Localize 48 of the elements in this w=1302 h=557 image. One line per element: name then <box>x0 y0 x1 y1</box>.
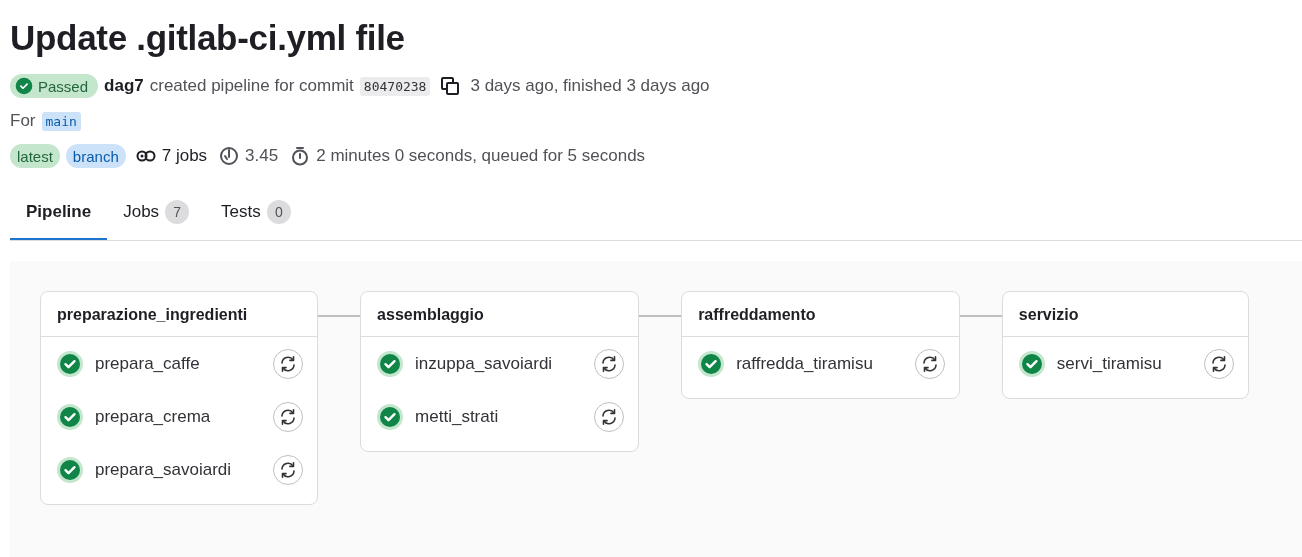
job-name[interactable]: inzuppa_savoiardi <box>415 353 583 374</box>
job-name[interactable]: metti_strati <box>415 406 583 427</box>
jobs-count: 7 jobs <box>161 146 208 166</box>
created-text: created pipeline for commit <box>149 76 354 96</box>
count-badge: 7 <box>165 200 190 224</box>
tab[interactable]: Jobs 7 <box>107 188 206 240</box>
time-text: 3 days ago, finished 3 days ago <box>470 76 710 96</box>
retry-icon <box>279 460 298 479</box>
page-title: Update .gitlab-ci.yml file <box>10 18 406 58</box>
retry-icon <box>1209 354 1228 373</box>
branch-link[interactable]: main <box>41 111 81 131</box>
retry-button[interactable] <box>273 401 304 432</box>
pipeline-icon <box>135 149 156 163</box>
author-link[interactable]: dag7 <box>104 76 144 96</box>
stage-title: assemblaggio <box>361 292 639 337</box>
retry-icon <box>279 354 298 373</box>
retry-icon <box>920 354 939 373</box>
pipeline-badge: branch <box>65 144 126 168</box>
ref-label: For <box>10 111 36 131</box>
retry-icon <box>600 354 619 373</box>
copy-icon[interactable] <box>440 76 461 96</box>
duration-text: 2 minutes 0 seconds, queued for 5 seconds <box>316 146 646 166</box>
success-icon <box>15 77 33 95</box>
count-badge: 0 <box>266 200 291 224</box>
gauge-icon <box>219 146 240 166</box>
retry-button[interactable] <box>273 348 304 379</box>
compute-minutes: 3.45 <box>245 146 279 166</box>
stage-title: servizio <box>1002 292 1248 337</box>
status-badge: Passed <box>10 74 99 98</box>
tab[interactable]: Tests 0 <box>205 188 307 240</box>
job-name[interactable]: prepara_crema <box>95 406 262 427</box>
job-name[interactable]: prepara_savoiardi <box>95 459 262 480</box>
retry-button[interactable] <box>273 454 304 485</box>
pipeline-badge: latest <box>10 144 60 168</box>
timer-icon <box>290 146 311 166</box>
retry-icon <box>279 407 298 426</box>
job-name[interactable]: raffredda_tiramisu <box>736 353 903 374</box>
tab[interactable]: Pipeline <box>10 188 108 240</box>
retry-button[interactable] <box>1203 348 1234 379</box>
retry-button[interactable] <box>914 348 945 379</box>
retry-button[interactable] <box>594 348 625 379</box>
retry-icon <box>600 407 619 426</box>
job-name[interactable]: prepara_caffe <box>95 353 262 374</box>
stage-title: preparazione_ingredienti <box>41 292 318 337</box>
stage-title: raffreddamento <box>682 292 959 337</box>
commit-sha[interactable]: 80470238 <box>359 76 431 96</box>
job-name[interactable]: servi_tiramisu <box>1056 353 1192 374</box>
retry-button[interactable] <box>594 401 625 432</box>
